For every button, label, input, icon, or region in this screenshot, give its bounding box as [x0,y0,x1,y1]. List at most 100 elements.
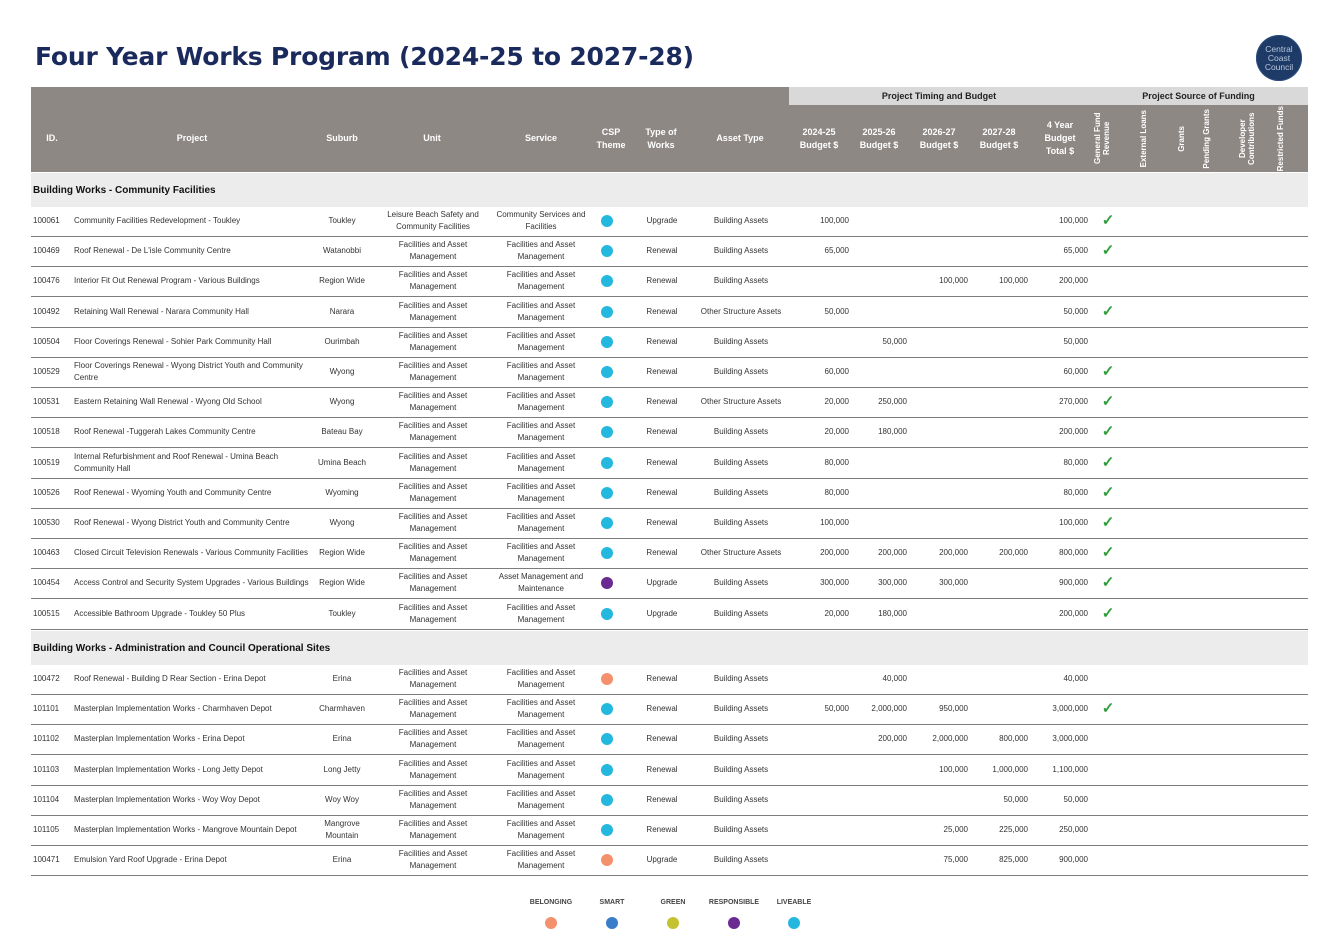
cell-id: 101104 [33,794,60,804]
section-header: Building Works - Administration and Coun… [31,631,1308,665]
cell-4yr-total: 50,000 [1063,794,1088,804]
cell-project: Masterplan Implementation Works - Mangro… [74,825,297,834]
cell-suburb: Region Wide [319,548,365,558]
cell-unit: Facilities and Asset Management [398,481,468,503]
cell-budget-2025-26 [857,267,907,295]
cell-unit: Facilities and Asset Management [398,572,468,594]
cell-budget-2025-26 [857,449,907,477]
cell-asset-type: Other Structure Assets [700,397,782,407]
cell-asset-type: Other Structure Assets [700,548,782,558]
table-row: 101103 Masterplan Implementation Works - … [31,756,1308,786]
cell-asset-type: Building Assets [713,674,769,683]
liveable-theme-dot-icon [601,607,613,620]
cell-4yr-total: 3,000,000 [1052,704,1088,714]
table-row: 101105 Masterplan Implementation Works - … [31,816,1308,846]
cell-asset-type: Building Assets [713,704,769,714]
cell-budget-2026-27: 200,000 [939,548,968,558]
cell-budget-2026-27 [911,388,968,416]
checkmark-icon: ✓ [1101,514,1115,531]
cell-service: Asset Management and Maintenance [498,572,584,594]
cell-budget-2027-28 [971,328,1028,356]
col-4yr-total: 4 Year Budget Total $ [1044,120,1076,156]
cell-budget-2025-26 [857,207,907,235]
cell-budget-2025-26: 50,000 [882,336,907,346]
table-row: 101104 Masterplan Implementation Works - … [31,786,1308,816]
cell-asset-type: Building Assets [713,216,769,225]
cell-budget-2027-28: 800,000 [999,734,1028,744]
cell-service: Facilities and Asset Management [506,542,576,564]
cell-budget-2024-25: 65,000 [824,246,849,256]
cell-budget-2027-28 [971,418,1028,446]
liveable-theme-dot-icon [601,396,613,409]
cell-4yr-total: 100,000 [1059,216,1088,225]
cell-budget-2026-27 [911,509,968,537]
belonging-legend-dot-icon [545,917,557,929]
cell-budget-2026-27 [911,665,968,693]
cell-unit: Facilities and Asset Management [398,728,468,750]
cell-budget-2026-27 [911,600,968,628]
cell-budget-2024-25 [801,725,849,753]
legend-label-liveable: LIVEABLE [776,899,812,906]
cell-budget-2025-26: 200,000 [878,548,907,558]
cell-budget-2024-25: 80,000 [824,457,849,467]
cell-budget-2025-26 [857,846,907,874]
cell-budget-2025-26 [857,479,907,507]
checkmark-icon [1099,665,1117,693]
cell-type-of-works: Renewal [646,825,678,834]
liveable-theme-dot-icon [601,275,613,288]
col-restricted-funds: Restricted Funds [1276,105,1285,172]
cell-csp-theme [596,695,618,723]
cell-type-of-works: Renewal [646,336,678,346]
cell-csp-theme [596,756,618,784]
cell-unit: Facilities and Asset Management [398,542,468,564]
cell-type-of-works: Upgrade [646,216,678,225]
cell-suburb: Umina Beach [317,457,367,467]
checkmark-icon: ✓ [1101,212,1115,229]
liveable-theme-dot-icon [601,793,613,806]
cell-unit: Facilities and Asset Management [398,300,468,322]
cell-budget-2025-26: 2,000,000 [871,704,907,714]
cell-id: 100472 [33,674,60,683]
cell-budget-2026-27 [911,328,968,356]
cell-service: Facilities and Asset Management [506,512,576,533]
section-title: Building Works - Administration and Coun… [33,642,331,654]
cell-service: Community Services and Facilities [496,210,586,231]
cell-budget-2026-27 [911,786,968,814]
cell-suburb: Charmhaven [319,704,365,714]
cell-project: Community Facilities Redevelopment - Tou… [74,216,241,225]
cell-budget-2024-25: 300,000 [820,578,849,588]
checkmark-icon [1099,725,1117,753]
cell-suburb: Erina [332,855,352,865]
cell-budget-2026-27: 100,000 [939,276,968,286]
group-source-funding: Project Source of Funding [1089,87,1308,105]
cell-id: 100530 [33,518,60,527]
cell-4yr-total: 50,000 [1063,336,1088,346]
cell-budget-2026-27 [911,237,968,265]
cell-id: 100471 [33,855,60,865]
cell-unit: Facilities and Asset Management [398,270,468,292]
cell-project: Masterplan Implementation Works - Woy Wo… [74,794,260,804]
checkmark-icon [1099,816,1117,844]
cell-project: Retaining Wall Renewal - Narara Communit… [74,306,249,316]
cell-budget-2025-26 [857,786,907,814]
liveable-theme-dot-icon [601,366,613,378]
cell-budget-2026-27 [911,358,968,386]
cell-budget-2025-26 [857,358,907,386]
cell-asset-type: Building Assets [713,336,769,346]
cell-service: Facilities and Asset Management [506,300,576,322]
cell-4yr-total: 80,000 [1063,487,1088,497]
cell-budget-2026-27: 300,000 [939,578,968,588]
cell-suburb: Erina [332,674,352,683]
section-header: Building Works - Community Facilities [31,173,1308,207]
cell-4yr-total: 800,000 [1059,548,1088,558]
cell-budget-2024-25 [801,756,849,784]
cell-id: 101101 [33,704,60,714]
cell-project: Masterplan Implementation Works - Charmh… [74,704,272,714]
cell-unit: Facilities and Asset Management [398,240,468,262]
cell-4yr-total: 40,000 [1063,674,1088,683]
liveable-theme-dot-icon [601,517,613,529]
cell-id: 100476 [33,276,60,286]
cell-suburb: Long Jetty [323,764,361,774]
cell-suburb: Region Wide [319,578,365,588]
table-row: 100463 Closed Circuit Television Renewals… [31,539,1308,570]
